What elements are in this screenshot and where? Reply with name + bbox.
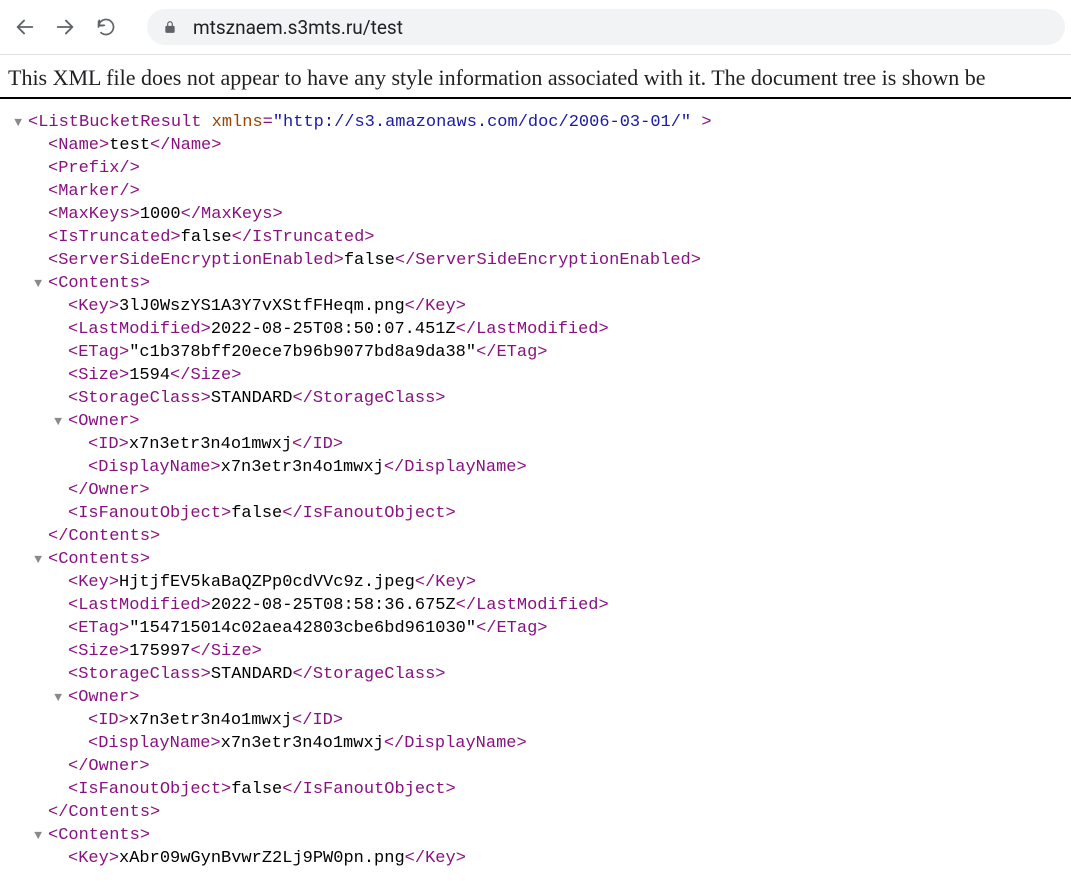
xml-fanout[interactable]: <IsFanoutObject>false</IsFanoutObject> — [8, 778, 1071, 801]
xml-lastmodified[interactable]: <LastModified>2022-08-25T08:50:07.451Z</… — [8, 318, 1071, 341]
xml-size[interactable]: <Size>1594</Size> — [8, 364, 1071, 387]
xml-root-open[interactable]: ▼ <ListBucketResult xmlns="http://s3.ama… — [8, 111, 1071, 134]
back-button[interactable] — [6, 5, 44, 49]
xml-contents-open[interactable]: ▼ <Contents> — [8, 272, 1071, 295]
xml-key[interactable]: <Key>3lJ0WszYS1A3Y7vXStfFHeqm.png</Key> — [8, 295, 1071, 318]
reload-button[interactable] — [87, 5, 125, 49]
reload-icon — [96, 17, 116, 37]
xml-key[interactable]: <Key>xAbr09wGynBvwrZ2Lj9PW0pn.png</Key> — [8, 847, 1071, 870]
disclosure-triangle-icon[interactable]: ▼ — [46, 410, 62, 433]
xml-owner-close[interactable]: </Owner> — [8, 755, 1071, 778]
xml-contents-open[interactable]: ▼ <Contents> — [8, 824, 1071, 847]
xml-size[interactable]: <Size>175997</Size> — [8, 640, 1071, 663]
xml-owner-id[interactable]: <ID>x7n3etr3n4o1mwxj</ID> — [8, 709, 1071, 732]
xml-key[interactable]: <Key>HjtjfEV5kaBaQZPp0cdVVc9z.jpeg</Key> — [8, 571, 1071, 594]
browser-toolbar: mtsznaem.s3mts.ru/test — [0, 0, 1071, 54]
arrow-right-icon — [54, 16, 76, 38]
xml-sse[interactable]: <ServerSideEncryptionEnabled>false</Serv… — [8, 249, 1071, 272]
xml-owner-close[interactable]: </Owner> — [8, 479, 1071, 502]
xml-maxkeys[interactable]: <MaxKeys>1000</MaxKeys> — [8, 203, 1071, 226]
xml-istruncated[interactable]: <IsTruncated>false</IsTruncated> — [8, 226, 1071, 249]
xml-contents-close[interactable]: </Contents> — [8, 801, 1071, 824]
xml-owner-open[interactable]: ▼ <Owner> — [8, 686, 1071, 709]
xml-fanout[interactable]: <IsFanoutObject>false</IsFanoutObject> — [8, 502, 1071, 525]
xml-storageclass[interactable]: <StorageClass>STANDARD</StorageClass> — [8, 387, 1071, 410]
xml-prefix[interactable]: <Prefix/> — [8, 157, 1071, 180]
xml-etag[interactable]: <ETag>"c1b378bff20ece7b96b9077bd8a9da38"… — [8, 341, 1071, 364]
disclosure-triangle-icon[interactable]: ▼ — [6, 111, 22, 134]
xml-marker[interactable]: <Marker/> — [8, 180, 1071, 203]
disclosure-triangle-icon[interactable]: ▼ — [26, 824, 42, 847]
xml-tree: ▼ <ListBucketResult xmlns="http://s3.ama… — [0, 111, 1071, 870]
xml-storageclass[interactable]: <StorageClass>STANDARD</StorageClass> — [8, 663, 1071, 686]
xml-etag[interactable]: <ETag>"154715014c02aea42803cbe6bd961030"… — [8, 617, 1071, 640]
address-bar-container: mtsznaem.s3mts.ru/test — [147, 9, 1065, 45]
xml-owner-displayname[interactable]: <DisplayName>x7n3etr3n4o1mwxj</DisplayNa… — [8, 732, 1071, 755]
xml-name[interactable]: <Name>test</Name> — [8, 134, 1071, 157]
disclosure-triangle-icon[interactable]: ▼ — [46, 686, 62, 709]
xml-lastmodified[interactable]: <LastModified>2022-08-25T08:58:36.675Z</… — [8, 594, 1071, 617]
address-bar-text: mtsznaem.s3mts.ru/test — [193, 16, 403, 39]
forward-button[interactable] — [46, 5, 84, 49]
xml-contents-close[interactable]: </Contents> — [8, 525, 1071, 548]
xml-contents-open[interactable]: ▼ <Contents> — [8, 548, 1071, 571]
xml-owner-open[interactable]: ▼ <Owner> — [8, 410, 1071, 433]
lock-icon — [161, 19, 179, 35]
xml-owner-displayname[interactable]: <DisplayName>x7n3etr3n4o1mwxj</DisplayNa… — [8, 456, 1071, 479]
xml-owner-id[interactable]: <ID>x7n3etr3n4o1mwxj</ID> — [8, 433, 1071, 456]
notice-separator — [0, 97, 1071, 99]
arrow-left-icon — [14, 16, 36, 38]
disclosure-triangle-icon[interactable]: ▼ — [26, 548, 42, 571]
address-bar[interactable]: mtsznaem.s3mts.ru/test — [147, 9, 1065, 45]
disclosure-triangle-icon[interactable]: ▼ — [26, 272, 42, 295]
xml-notice: This XML file does not appear to have an… — [0, 55, 1071, 95]
